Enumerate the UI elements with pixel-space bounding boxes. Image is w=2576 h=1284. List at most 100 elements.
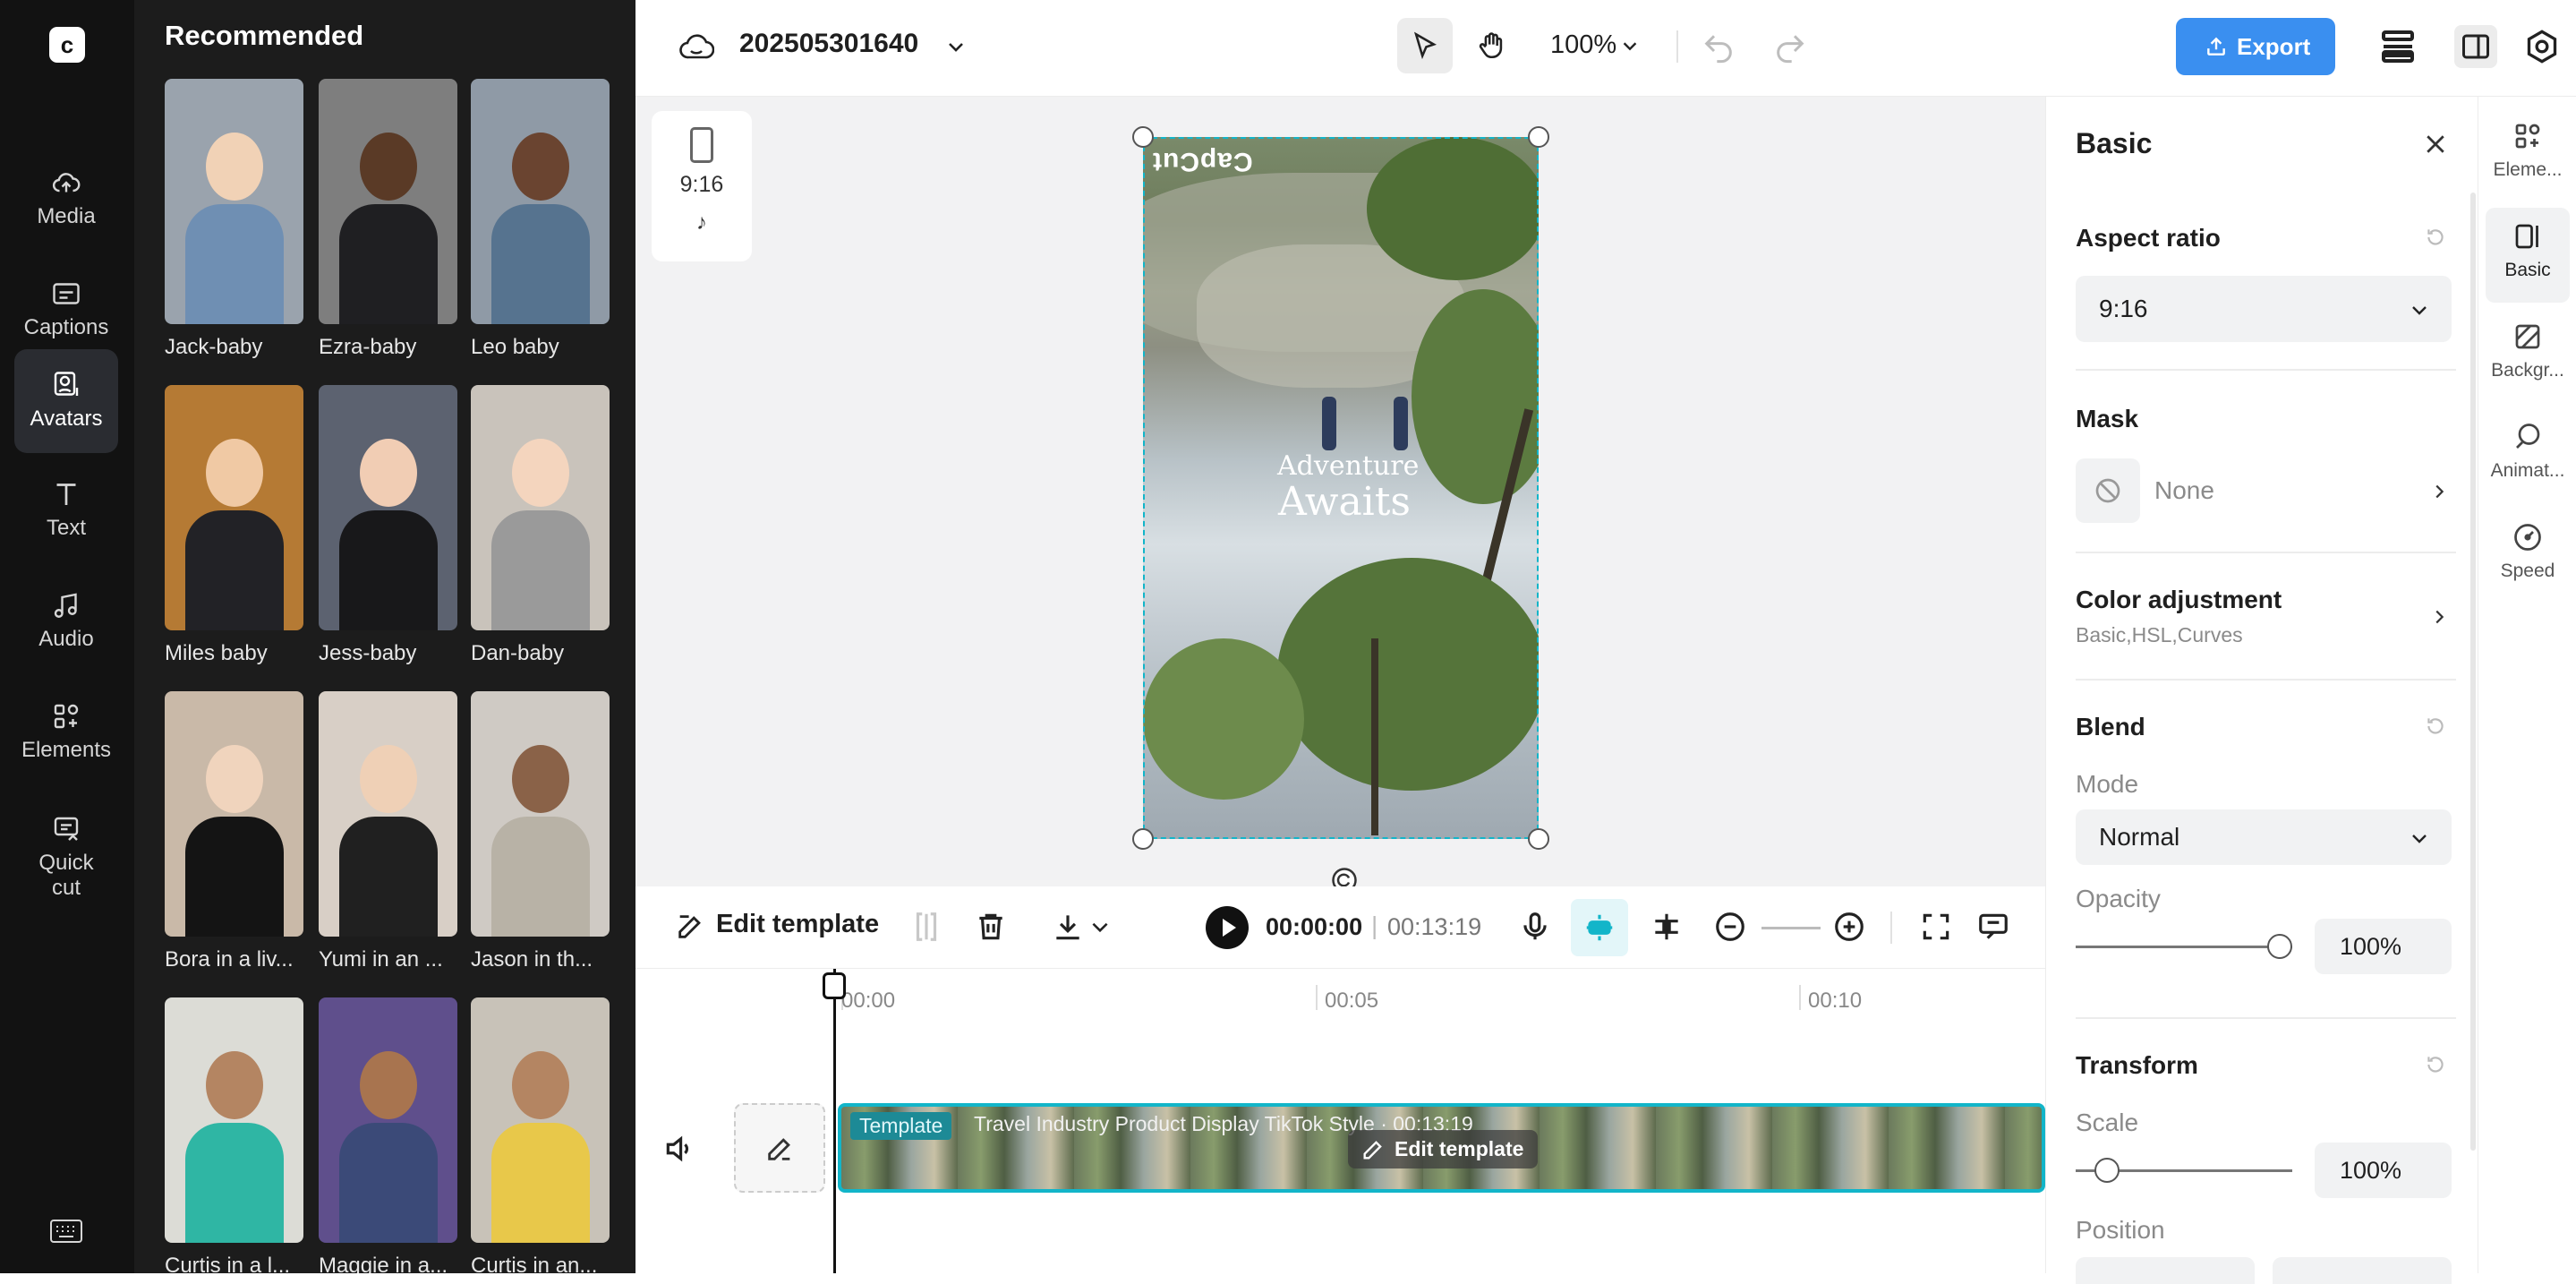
project-name[interactable]: 202505301640	[739, 29, 918, 59]
avatar-thumbnail[interactable]	[165, 385, 303, 630]
reset-icon[interactable]	[2424, 1053, 2447, 1076]
hand-tool-button[interactable]	[1464, 18, 1520, 73]
opacity-slider[interactable]	[2076, 934, 2292, 959]
zoom-out-icon[interactable]	[1713, 910, 1747, 944]
avatar-card[interactable]: Leo baby	[471, 79, 610, 360]
sidebar-item-media[interactable]: Media	[14, 147, 118, 251]
properties-scrollbar[interactable]	[2470, 193, 2476, 1151]
panel-layout-icon[interactable]	[2454, 25, 2497, 68]
avatar-card[interactable]: Jason in th...	[471, 691, 610, 972]
avatar-card[interactable]: Curtis in an...	[471, 997, 610, 1273]
avatar-thumbnail[interactable]	[165, 691, 303, 937]
settings-icon[interactable]	[2521, 25, 2563, 68]
tab-speed[interactable]: Speed	[2486, 509, 2570, 603]
avatar-card[interactable]: Bora in a liv...	[165, 691, 303, 972]
color-adjustment-title[interactable]: Color adjustment	[2076, 586, 2282, 614]
blend-mode-select[interactable]: Normal	[2076, 809, 2452, 865]
avatar-card[interactable]: Ezra-baby	[319, 79, 457, 360]
avatar-thumbnail[interactable]	[165, 79, 303, 324]
fullscreen-icon[interactable]	[1919, 910, 1953, 944]
position-x-input[interactable]	[2076, 1257, 2255, 1284]
avatar-card[interactable]: Jack-baby	[165, 79, 303, 360]
avatar-body	[338, 510, 438, 630]
canvas-area[interactable]: 9:16 ♪ CapCut Adventure Awaits	[635, 97, 2045, 893]
sidebar-item-avatars[interactable]: Avatars	[14, 349, 118, 453]
aspect-ratio-card[interactable]: 9:16 ♪	[652, 111, 752, 261]
playhead[interactable]	[833, 969, 836, 1273]
chevron-right-icon[interactable]	[2429, 482, 2449, 501]
avatar-thumbnail[interactable]	[319, 997, 457, 1243]
undo-icon[interactable]	[1701, 29, 1736, 64]
download-icon[interactable]	[1051, 910, 1085, 944]
template-clip[interactable]: Template Travel Industry Product Display…	[838, 1103, 2045, 1193]
clip-edit-template-button[interactable]: Edit template	[1348, 1130, 1539, 1168]
scale-slider[interactable]	[2076, 1158, 2292, 1183]
avatar-thumbnail[interactable]	[471, 691, 610, 937]
tab-background[interactable]: Backgr...	[2486, 308, 2570, 403]
playhead-handle[interactable]	[823, 972, 846, 999]
microphone-icon[interactable]	[1518, 910, 1552, 944]
chevron-down-icon[interactable]	[1620, 36, 1640, 56]
sidebar-item-captions[interactable]: Captions	[14, 258, 118, 362]
avatar-card[interactable]: Miles baby	[165, 385, 303, 666]
resize-handle-top-right[interactable]	[1528, 126, 1549, 148]
avatar-thumbnail[interactable]	[319, 385, 457, 630]
select-tool-button[interactable]	[1397, 18, 1453, 73]
opacity-slider-knob[interactable]	[2267, 934, 2292, 959]
mask-value[interactable]: None	[2154, 476, 2214, 505]
sidebar-item-audio[interactable]: Audio	[14, 569, 118, 673]
avatar-card[interactable]: Yumi in an ...	[319, 691, 457, 972]
sidebar-item-quick-cut[interactable]: Quick cut	[14, 793, 118, 919]
scale-input[interactable]: 100%	[2315, 1143, 2452, 1198]
trash-icon[interactable]	[974, 910, 1008, 944]
cloud-sync-icon[interactable]	[678, 32, 714, 61]
avatar-card[interactable]: Curtis in a l...	[165, 997, 303, 1273]
redo-icon[interactable]	[1772, 29, 1808, 64]
aspect-ratio-select[interactable]: 9:16	[2076, 276, 2452, 342]
zoom-level[interactable]: 100%	[1550, 30, 1616, 60]
avatar-card[interactable]: Maggie in a...	[319, 997, 457, 1273]
chevron-right-icon[interactable]	[2429, 607, 2449, 627]
close-icon[interactable]	[2422, 131, 2449, 158]
tab-animation[interactable]: Animat...	[2486, 408, 2570, 503]
play-button[interactable]	[1206, 906, 1249, 949]
chevron-down-icon[interactable]	[1088, 910, 1112, 944]
resize-handle-bottom-left[interactable]	[1132, 828, 1154, 850]
avatar-thumbnail[interactable]	[471, 385, 610, 630]
reset-icon[interactable]	[2424, 715, 2447, 738]
avatar-thumbnail[interactable]	[471, 997, 610, 1243]
capcut-logo[interactable]: c	[49, 27, 85, 63]
edit-template-button[interactable]: Edit template	[675, 910, 879, 939]
timeline[interactable]: 00:00 00:05 00:10 Template Travel Indust…	[635, 969, 2045, 1273]
timeline-zoom-slider[interactable]	[1761, 927, 1821, 929]
sidebar-item-elements[interactable]: Elements	[14, 681, 118, 784]
resize-handle-top-left[interactable]	[1132, 126, 1154, 148]
layers-icon[interactable]	[2376, 25, 2419, 68]
scale-slider-knob[interactable]	[2094, 1158, 2120, 1183]
auto-snap-button[interactable]	[1571, 899, 1628, 956]
tab-elements[interactable]: Eleme...	[2486, 107, 2570, 202]
avatar-thumbnail[interactable]	[319, 79, 457, 324]
speaker-icon[interactable]	[662, 1132, 696, 1166]
export-button[interactable]: Export	[2176, 18, 2335, 75]
avatar-thumbnail[interactable]	[471, 79, 610, 324]
avatar-card[interactable]: Jess-baby	[319, 385, 457, 666]
tab-basic[interactable]: Basic	[2486, 208, 2570, 303]
sidebar-item-text[interactable]: Text	[14, 458, 118, 562]
mode-label: Mode	[2076, 770, 2139, 798]
avatar-thumbnail[interactable]	[165, 997, 303, 1243]
avatar-card[interactable]: Dan-baby	[471, 385, 610, 666]
position-y-input[interactable]	[2273, 1257, 2452, 1284]
resize-handle-bottom-right[interactable]	[1528, 828, 1549, 850]
zoom-in-icon[interactable]	[1832, 910, 1866, 944]
reset-icon[interactable]	[2424, 226, 2447, 249]
mask-none-thumb[interactable]	[2076, 458, 2140, 523]
split-clip-icon[interactable]	[1650, 910, 1684, 944]
split-icon[interactable]	[909, 910, 943, 944]
keyboard-icon[interactable]	[50, 1220, 82, 1243]
comment-icon[interactable]	[1976, 910, 2010, 944]
avatar-thumbnail[interactable]	[319, 691, 457, 937]
chevron-down-icon[interactable]	[945, 36, 967, 57]
cover-edit-button[interactable]	[734, 1103, 825, 1193]
opacity-input[interactable]: 100%	[2315, 919, 2452, 974]
